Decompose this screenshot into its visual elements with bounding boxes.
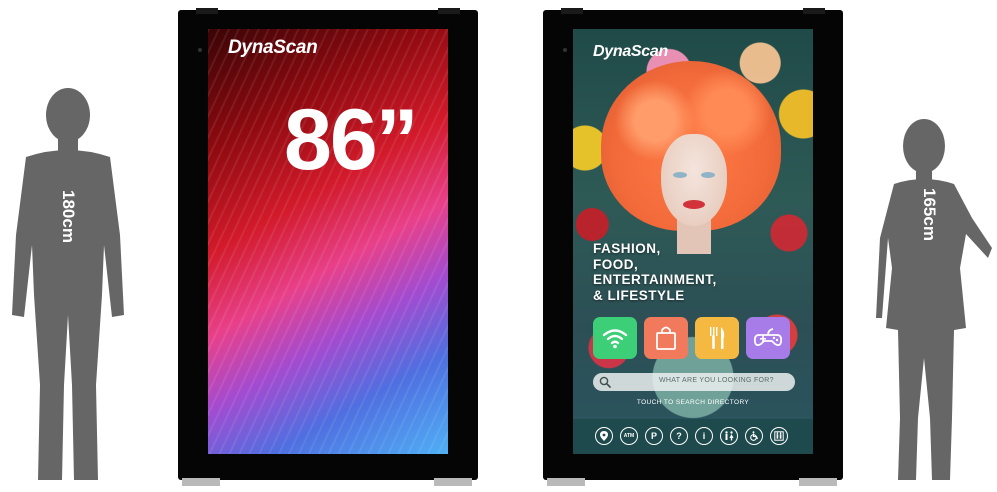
wifi-tile[interactable] (593, 317, 637, 359)
person-silhouette-165 (876, 118, 996, 488)
search-icon (599, 376, 611, 388)
restroom-icon[interactable] (720, 427, 738, 445)
kiosk-foot (547, 478, 585, 486)
gamepad-icon (753, 328, 783, 347)
atm-icon[interactable]: ATM (620, 427, 638, 445)
wayfinding-screen: DynaScan FASHION, FOOD, ENTERTAINMENT, &… (573, 29, 813, 454)
info-icon[interactable]: i (695, 427, 713, 445)
amenities-bar: ATM P ? i (573, 419, 813, 454)
fork-knife-icon (710, 327, 725, 349)
kiosk-foot (434, 478, 472, 486)
kiosk-foot (182, 478, 220, 486)
help-icon[interactable]: ? (670, 427, 688, 445)
promo-headline: FASHION, FOOD, ENTERTAINMENT, & LIFESTYL… (593, 241, 717, 303)
search-placeholder: WHAT ARE YOU LOOKING FOR? (659, 377, 774, 384)
directory-search-input[interactable]: WHAT ARE YOU LOOKING FOR? (593, 373, 795, 391)
wifi-icon (602, 329, 628, 349)
model-face (661, 134, 727, 226)
height-label-165: 165cm (920, 188, 939, 241)
accessibility-icon[interactable] (745, 427, 763, 445)
kiosk-foot (799, 478, 837, 486)
dining-tile[interactable] (695, 317, 739, 359)
entertainment-tile[interactable] (746, 317, 790, 359)
shopping-bag-icon (656, 326, 676, 350)
brand-logo: DynaScan (593, 43, 668, 60)
display-screen-86: DynaScan 86” (208, 29, 448, 454)
shopping-tile[interactable] (644, 317, 688, 359)
height-label-180: 180cm (59, 190, 78, 243)
brand-logo: DynaScan (228, 37, 318, 58)
location-pin-icon[interactable] (595, 427, 613, 445)
elevator-icon[interactable] (770, 427, 788, 445)
touch-hint: TOUCH TO SEARCH DIRECTORY (636, 399, 750, 406)
parking-icon[interactable]: P (645, 427, 663, 445)
screen-size-label: 86” (284, 92, 419, 188)
person-silhouette-180 (4, 85, 130, 488)
